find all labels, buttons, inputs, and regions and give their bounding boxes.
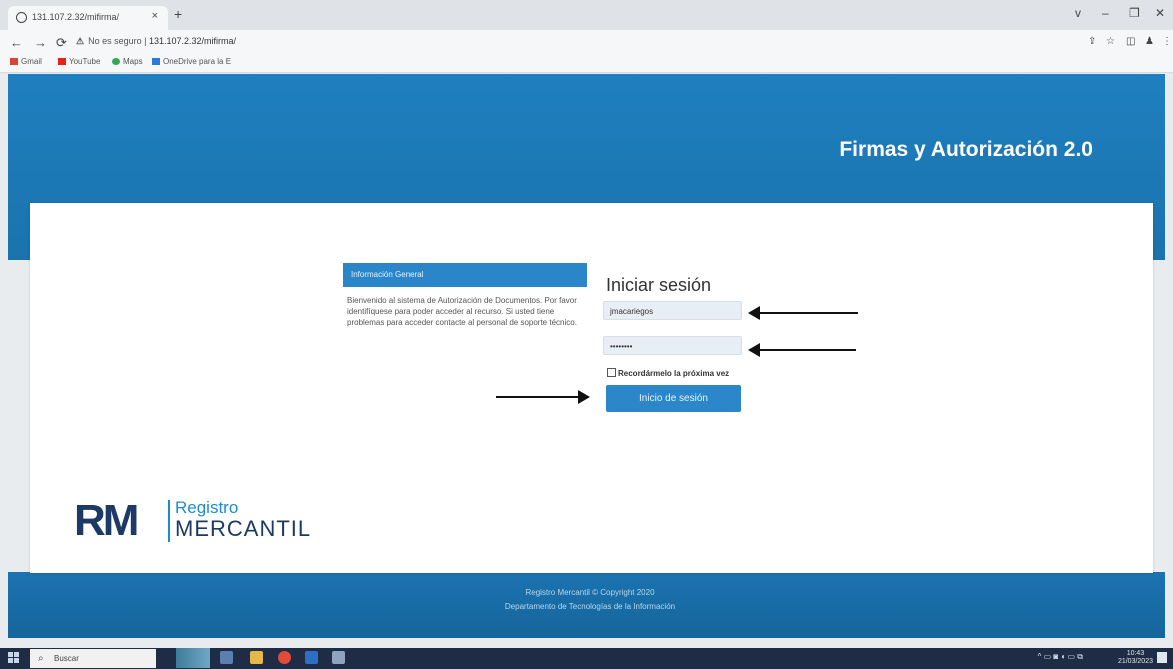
youtube-icon (58, 58, 66, 65)
back-icon[interactable]: ← (10, 35, 23, 50)
info-panel: Información General Bienvenido al sistem… (343, 263, 587, 336)
maps-icon (112, 58, 120, 65)
footer-department: Departamento de Tecnologías de la Inform… (504, 602, 676, 611)
landscape-thumbnail-icon[interactable] (176, 648, 210, 668)
tab-title: 131.107.2.32/mifirma/ (32, 12, 120, 22)
logo-line2: MERCANTIL (175, 516, 312, 541)
checkbox-icon[interactable] (607, 368, 616, 377)
globe-icon (16, 12, 27, 23)
taskbar-clock[interactable]: 10:43 21/03/2023 (1118, 650, 1153, 666)
address-bar[interactable]: ⚠ No es seguro | 131.107.2.32/mifirma/ (76, 36, 236, 47)
logo-initials: RM (74, 496, 139, 545)
footer-text: Registro Mercantil © Copyright 2020 Depa… (400, 586, 780, 614)
clock-time: 10:43 (1126, 650, 1145, 657)
reload-icon[interactable]: ⟳ (56, 35, 67, 51)
chrome-icon[interactable] (278, 651, 291, 664)
bookmark-gmail[interactable]: Gmail (10, 57, 42, 66)
system-tray[interactable]: ^ ▭ ◙ ◖ ▭ ⧉ (1038, 652, 1083, 662)
clock-date: 21/03/2023 (1117, 658, 1153, 665)
remember-me-label: Recordármelo la próxima vez (618, 369, 730, 378)
bookmark-youtube[interactable]: YouTube (58, 57, 100, 66)
notification-icon[interactable] (1157, 652, 1167, 663)
footer-copyright: Registro Mercantil © Copyright 2020 (525, 588, 655, 597)
login-button[interactable]: Inicio de sesión (606, 385, 741, 412)
forward-icon[interactable]: → (34, 35, 47, 50)
onedrive-icon (152, 58, 160, 65)
username-input[interactable]: jmacariegos (603, 301, 742, 320)
tab-search-icon[interactable]: v (1075, 6, 1081, 20)
arrow-annotation-login (496, 390, 590, 404)
search-placeholder: Buscar (54, 654, 79, 663)
minimize-button[interactable]: – (1102, 6, 1109, 20)
outlook-icon[interactable] (305, 651, 318, 664)
app-icon[interactable] (332, 651, 345, 664)
info-panel-header: Información General (343, 263, 587, 287)
app-title: Firmas y Autorización 2.0 (839, 138, 1093, 161)
close-tab-icon[interactable]: × (152, 10, 158, 22)
logo-divider (168, 500, 170, 542)
warning-icon: ⚠ (76, 36, 85, 46)
restore-button[interactable]: ❐ (1129, 6, 1140, 20)
bookmark-maps[interactable]: Maps (112, 57, 143, 66)
browser-tab[interactable]: 131.107.2.32/mifirma/ × (8, 6, 168, 30)
search-icon: ⌕ (38, 653, 44, 664)
arrow-left-icon (748, 343, 760, 357)
security-label: No es seguro (88, 36, 142, 46)
share-icon[interactable]: ⇪ (1088, 36, 1096, 47)
taskbar-search[interactable]: ⌕ Buscar (30, 649, 156, 668)
registro-mercantil-logo: RM Registro MERCANTIL (74, 496, 334, 550)
arrow-left-icon (748, 306, 760, 320)
arrow-right-icon (578, 390, 590, 404)
sidebar-icon[interactable]: ◫ (1126, 36, 1135, 47)
logo-line1: Registro (175, 498, 239, 517)
gmail-icon (10, 58, 18, 65)
profile-icon[interactable]: ♟ (1145, 36, 1154, 47)
arrow-annotation-username (748, 306, 858, 320)
bookmarks-bar: Gmail YouTube Maps OneDrive para la E (0, 54, 1173, 73)
bookmark-onedrive[interactable]: OneDrive para la E (152, 57, 231, 66)
menu-icon[interactable]: ⋮ (1162, 36, 1172, 47)
close-window-button[interactable]: ✕ (1155, 6, 1165, 20)
star-icon[interactable]: ☆ (1106, 36, 1115, 47)
login-title: Iniciar sesión (606, 275, 712, 295)
remember-me-checkbox[interactable]: Recordármelo la próxima vez (607, 368, 729, 378)
url-text: 131.107.2.32/mifirma/ (148, 36, 236, 46)
task-view-icon[interactable] (220, 651, 233, 664)
file-explorer-icon[interactable] (250, 651, 263, 664)
info-panel-body: Bienvenido al sistema de Autorización de… (347, 296, 577, 327)
windows-start-icon[interactable] (8, 652, 20, 664)
new-tab-button[interactable]: + (174, 6, 182, 22)
arrow-annotation-password (748, 343, 856, 357)
password-input[interactable]: •••••••• (603, 336, 742, 355)
